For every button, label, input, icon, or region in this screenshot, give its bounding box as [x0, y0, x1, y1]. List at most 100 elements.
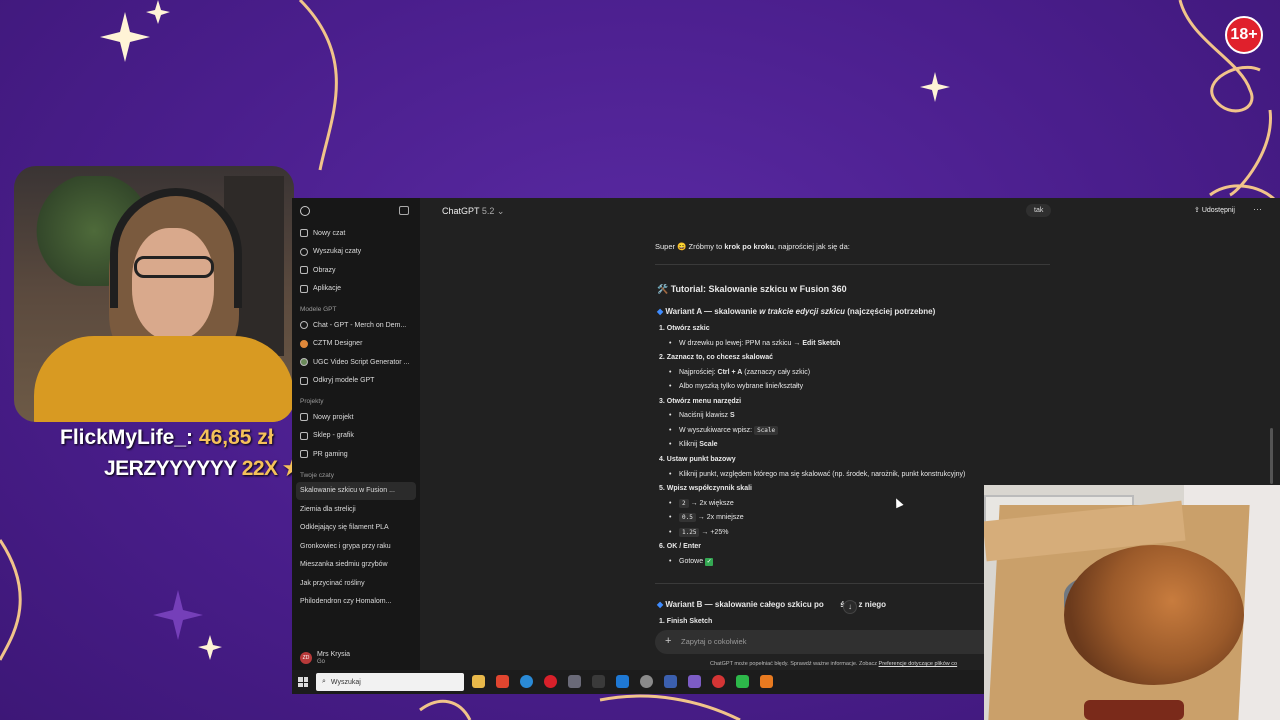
age-rating-badge: 18+: [1225, 16, 1263, 54]
sidebar-chat-item[interactable]: Ziemia dla strelicji: [292, 500, 420, 519]
user-name: Mrs Krysia: [317, 651, 351, 658]
variant-a-heading: ◆ Wariant A — skalowanie w trakcie edycj…: [657, 307, 936, 316]
gpts-section-title: Modele GPT: [300, 306, 337, 313]
image-icon: [300, 266, 308, 275]
search-icon: [300, 247, 308, 256]
step-bullet: 1.25 → +25%: [669, 528, 728, 537]
disclaimer-text: ChatGPT może popełniać błędy. Sprawdź wa…: [710, 661, 958, 667]
sidebar-gpt-item[interactable]: CZTM Designer: [292, 335, 420, 354]
folder-plus-icon: [300, 413, 308, 422]
step-title: 1. Finish Sketch: [659, 618, 713, 625]
folder-icon: [300, 450, 308, 459]
sidebar-chat-item[interactable]: Mieszanka siedmiu grzybów: [292, 556, 420, 575]
share-icon: ⇪: [1194, 207, 1200, 214]
apps-icon: [300, 284, 308, 293]
app-icon[interactable]: [760, 675, 773, 688]
step-bullet: W wyszukiwarce wpisz: Scale: [669, 426, 779, 435]
sidebar-item-search-chats[interactable]: Wyszukaj czaty: [292, 243, 420, 262]
sidebar-project-item[interactable]: PR gaming: [292, 445, 420, 464]
step-bullet: W drzewku po lewej: PPM na szkicu → Edit…: [669, 340, 840, 347]
sidebar-toggle-icon[interactable]: [399, 206, 409, 215]
chatgpt-logo-icon[interactable]: [300, 206, 310, 216]
sidebar-project-item[interactable]: Sklep - grafik: [292, 427, 420, 446]
sidebar-chat-item[interactable]: Odklejający się filament PLA: [292, 519, 420, 538]
edit-icon: [300, 229, 308, 238]
sidebar-gpt-item[interactable]: Chat - GPT - Merch on Dem...: [292, 316, 420, 335]
app-icon[interactable]: [592, 675, 605, 688]
app-icon[interactable]: [712, 675, 725, 688]
diamond-icon: ◆: [657, 307, 664, 316]
tutorial-title: 🛠️ Tutorial: Skalowanie szkicu w Fusion …: [657, 284, 847, 294]
app-icon[interactable]: [616, 675, 629, 688]
edge-browser-icon[interactable]: [520, 675, 533, 688]
step-title: 6. OK / Enter: [659, 543, 702, 550]
app-icon[interactable]: [736, 675, 749, 688]
header-pill[interactable]: tak: [1026, 204, 1052, 217]
cat-webcam: [984, 485, 1280, 720]
step-title: 4. Ustaw punkt bazowy: [659, 456, 736, 463]
sidebar-chat-item[interactable]: Jak przycinać rośliny: [292, 574, 420, 593]
step-bullet: Naciśnij klawisz S: [669, 412, 735, 419]
donation-alert: FlickMyLife_: 46,85 zł: [60, 426, 274, 450]
sidebar-item-apps[interactable]: Aplikacje: [292, 280, 420, 299]
mouse-cursor-icon: [892, 496, 904, 509]
step-title: 2. Zaznacz to, co chcesz skalować: [659, 354, 774, 361]
grid-icon: [300, 376, 308, 385]
combo-multiplier: 22X: [241, 457, 278, 480]
donation-amount: 46,85 zł: [198, 426, 274, 449]
diamond-icon: ◆: [657, 600, 664, 609]
streamer-webcam: [14, 166, 294, 422]
sidebar-gpt-item[interactable]: UGC Video Script Generator ...: [292, 353, 420, 372]
app-icon[interactable]: [640, 675, 653, 688]
file-explorer-icon[interactable]: [472, 675, 485, 688]
sidebar-item-images[interactable]: Obrazy: [292, 261, 420, 280]
sidebar-item-new-chat[interactable]: Nowy czat: [292, 224, 420, 243]
preferences-link[interactable]: Preferencje dotyczące plików co: [879, 661, 958, 667]
search-icon: ⌕: [322, 678, 326, 685]
user-profile[interactable]: ZD Mrs Krysia Go: [292, 646, 420, 670]
step-bullet: Kliknij Scale: [669, 441, 717, 448]
message-intro: Super 😄 Zróbmy to krok po kroku, najproś…: [655, 242, 850, 251]
sidebar-project-item[interactable]: Nowy projekt: [292, 408, 420, 427]
step-bullet: Kliknij punkt, względem którego ma się s…: [669, 471, 965, 478]
combo-alert: JERZYYYYYY 22X ★: [104, 456, 302, 481]
donor-name: FlickMyLife_:: [60, 426, 194, 449]
step-bullet: Najprościej: Ctrl + A (zaznaczy cały szk…: [669, 369, 810, 376]
share-button[interactable]: ⇪ Udostępnij: [1194, 206, 1235, 214]
chats-section-title: Twoje czaty: [300, 471, 334, 479]
model-selector[interactable]: ChatGPT 5.2 ⌄: [442, 206, 504, 217]
combo-user: JERZYYYYYY: [104, 457, 237, 480]
step-bullet: Gotowe ✓: [669, 558, 714, 566]
check-icon: ✓: [705, 558, 714, 566]
sidebar-chat-item-active[interactable]: Skalowanie szkicu w Fusion ...: [296, 481, 416, 500]
gpt-avatar-icon: [300, 321, 308, 330]
app-icon[interactable]: [688, 675, 701, 688]
step-title: 3. Otwórz menu narzędzi: [659, 398, 742, 405]
step-title: 5. Wpisz współczynnik skali: [659, 485, 752, 492]
step-title: 1. Otwórz szkic: [659, 325, 710, 332]
more-options-button[interactable]: ···: [1253, 204, 1262, 214]
chat-header: ChatGPT 5.2 ⌄ tak ⇪ Udostępnij ···: [420, 198, 1280, 224]
sidebar-chat-item[interactable]: Gronkowiec i grypa przy raku: [292, 537, 420, 556]
composer-input[interactable]: Zapytaj o cokolwiek: [681, 637, 746, 646]
app-icon[interactable]: [568, 675, 581, 688]
divider: [655, 264, 1050, 265]
step-bullet: Albo myszką tylko wybrane linie/kształty: [669, 383, 803, 390]
windows-start-icon[interactable]: [298, 677, 308, 687]
sidebar-chat-item[interactable]: Philodendron czy Homalom...: [292, 593, 420, 612]
opera-browser-icon[interactable]: [544, 675, 557, 688]
brave-browser-icon[interactable]: [496, 675, 509, 688]
scrollbar[interactable]: [1270, 428, 1273, 484]
user-plan: Go: [317, 659, 326, 665]
taskbar-search[interactable]: ⌕ Wyszukaj: [316, 673, 464, 691]
projects-section-title: Projekty: [300, 398, 324, 405]
gpt-avatar-icon: [300, 358, 308, 367]
gpt-avatar-icon: [300, 339, 308, 348]
step-bullet: 2 → 2x większe: [669, 499, 734, 508]
sidebar-item-explore-gpts[interactable]: Odkryj modele GPT: [292, 372, 420, 391]
avatar: ZD: [300, 652, 312, 664]
plus-icon[interactable]: +: [665, 635, 671, 647]
scroll-down-icon[interactable]: ↓: [843, 600, 857, 614]
folder-icon: [300, 431, 308, 440]
steam-icon[interactable]: [664, 675, 677, 688]
